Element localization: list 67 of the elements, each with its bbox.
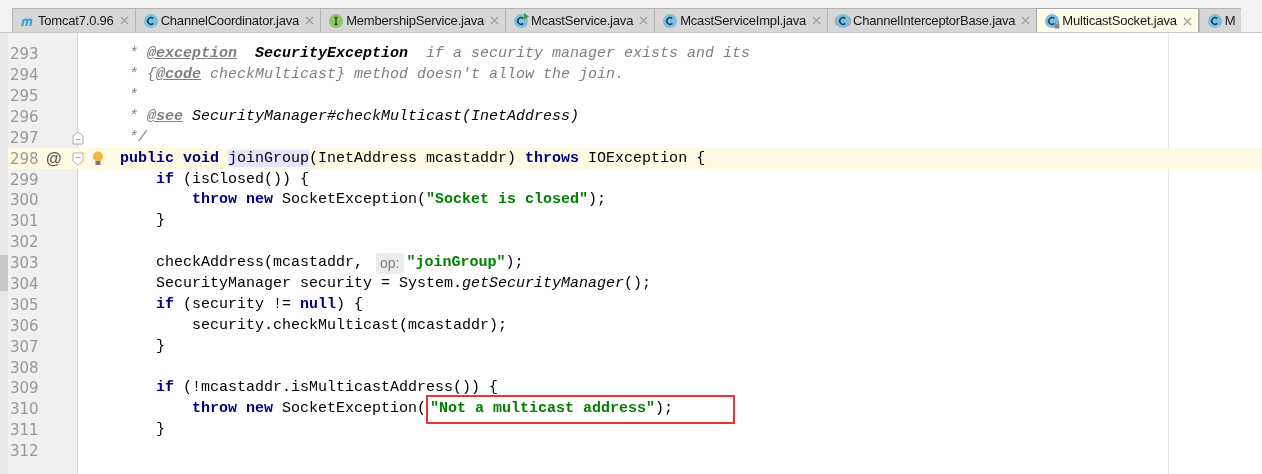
editor-tab[interactable]: McastServiceImpl.java bbox=[654, 8, 828, 32]
line-number: 295 bbox=[10, 85, 39, 107]
editor-tab[interactable]: ChannelInterceptorBase.java bbox=[827, 8, 1037, 32]
line-number: 303 bbox=[10, 253, 39, 275]
code-text: security.checkMulticast(mcastaddr); bbox=[191, 315, 508, 336]
close-icon[interactable] bbox=[119, 16, 129, 25]
line-number: 310 bbox=[10, 399, 39, 421]
close-icon[interactable] bbox=[639, 16, 649, 25]
line-number: 294 bbox=[10, 65, 39, 87]
lightbulb-icon[interactable] bbox=[92, 150, 104, 167]
interface-icon bbox=[328, 12, 345, 29]
editor-tab[interactable]: MulticastSocket.java bbox=[1036, 8, 1199, 32]
line-number: 299 bbox=[10, 169, 39, 191]
class-icon bbox=[513, 12, 530, 29]
code-text: SecurityManager security = System.getSecurityManager(); bbox=[155, 274, 652, 294]
close-icon[interactable] bbox=[490, 16, 500, 25]
line-number: 296 bbox=[10, 106, 39, 128]
fold-icon[interactable] bbox=[72, 131, 84, 145]
code-text: * bbox=[128, 86, 138, 106]
class-icon bbox=[662, 12, 679, 29]
scroll-thumb[interactable] bbox=[0, 255, 8, 291]
class-icon bbox=[1206, 12, 1223, 29]
code-text: "joinGroup"); bbox=[406, 253, 524, 274]
editor-tab[interactable]: Tomcat7.0.96 bbox=[12, 8, 135, 32]
fold-icon[interactable] bbox=[72, 151, 84, 166]
line-number: 307 bbox=[10, 336, 39, 358]
code-text: checkAddress(mcastaddr, bbox=[155, 253, 365, 274]
line-number: 298 bbox=[10, 148, 39, 170]
code-text: } bbox=[155, 211, 165, 232]
class-icon bbox=[142, 12, 159, 29]
class-icon bbox=[835, 12, 852, 29]
code-text: } bbox=[155, 336, 165, 357]
line-number: 297 bbox=[10, 127, 39, 149]
line-number: 309 bbox=[10, 378, 39, 400]
line-number: 311 bbox=[10, 420, 39, 442]
line-number: 302 bbox=[10, 232, 39, 254]
code-text: * {@code checkMulticast} method doesn't allow the join. bbox=[128, 65, 625, 86]
close-icon[interactable] bbox=[305, 16, 315, 25]
editor-tab[interactable]: McastService.java bbox=[505, 8, 655, 32]
parameter-hint: op: bbox=[376, 252, 404, 274]
code-text: * @see SecurityManager#checkMulticast(InetAddress) bbox=[128, 106, 580, 127]
line-number: 300 bbox=[10, 190, 39, 212]
line-number: 301 bbox=[10, 211, 39, 233]
code-text: joinGroup(InetAddress mcastaddr) throws IOException { bbox=[228, 148, 706, 169]
line-number: 293 bbox=[10, 44, 39, 66]
editor-tab[interactable]: MembershipService.java bbox=[320, 8, 506, 32]
code-text: throw new SocketException("Socket is closed"); bbox=[191, 190, 607, 211]
code-text: throw new SocketException( bbox=[191, 399, 427, 420]
line-number: 304 bbox=[10, 274, 39, 295]
line-number: 305 bbox=[10, 294, 39, 316]
close-icon[interactable] bbox=[812, 16, 822, 25]
close-icon[interactable] bbox=[1021, 16, 1031, 25]
editor-tab[interactable]: M bbox=[1198, 8, 1242, 32]
code-text: if (security != null) { bbox=[155, 294, 364, 315]
line-number: 312 bbox=[10, 441, 39, 463]
annotation-box: "Not a multicast address"); bbox=[426, 395, 736, 424]
code-text: if (isClosed()) { bbox=[155, 169, 310, 190]
code-text: * @exception SecurityException if a security manager exists and its bbox=[128, 44, 751, 65]
override-marker[interactable]: @ bbox=[46, 146, 62, 171]
line-number: 306 bbox=[10, 315, 39, 337]
code-text: public void bbox=[120, 148, 221, 169]
editor-tab[interactable]: ChannelCoordinator.java bbox=[134, 8, 321, 32]
close-icon[interactable] bbox=[1182, 16, 1192, 26]
code-text: } bbox=[155, 420, 165, 441]
code-text: */ bbox=[128, 127, 147, 148]
line-number: 308 bbox=[10, 357, 39, 379]
class-icon bbox=[1044, 13, 1061, 29]
